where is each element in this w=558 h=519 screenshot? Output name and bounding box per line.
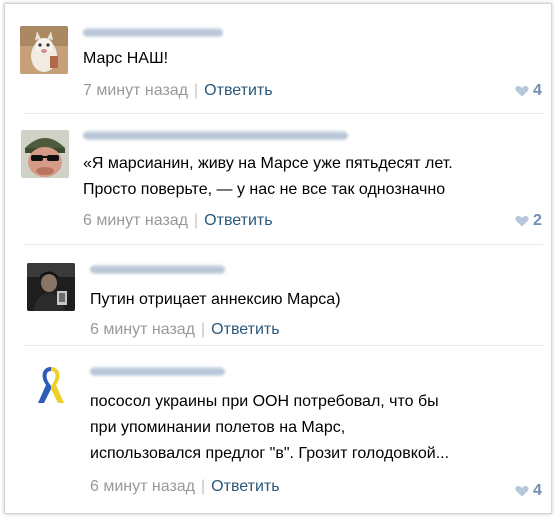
- comment-item: Марс НАШ! 7 минут назад | Ответить 4: [5, 4, 551, 114]
- comment-meta: 6 минут назад | Ответить: [90, 321, 280, 339]
- reply-link[interactable]: Ответить: [204, 82, 272, 99]
- comment-time[interactable]: 6 минут назад: [90, 321, 195, 338]
- author-name-blurred[interactable]: [90, 265, 225, 274]
- author-name-blurred[interactable]: [83, 131, 348, 140]
- comment-text: Просто поверьте, — у нас не все так одно…: [83, 181, 446, 198]
- author-name-blurred[interactable]: [83, 28, 223, 37]
- comment-item: «Я марсианин, живу на Марсе уже пятьдеся…: [5, 114, 551, 244]
- reply-link[interactable]: Ответить: [204, 212, 272, 229]
- comment-meta: 7 минут назад | Ответить: [83, 82, 273, 100]
- comment-time[interactable]: 6 минут назад: [90, 478, 195, 495]
- comment-text: Путин отрицает аннексию Марса): [90, 291, 341, 308]
- meta-separator: |: [201, 321, 206, 338]
- heart-icon: [515, 215, 529, 227]
- comment-item: Путин отрицает аннексию Марса) 6 минут н…: [5, 245, 551, 345]
- comment-item: пососол украины при ООН потребовал, что …: [5, 346, 551, 511]
- avatar-ribbon[interactable]: [27, 361, 75, 409]
- reply-link[interactable]: Ответить: [211, 478, 279, 495]
- like-button[interactable]: 4: [515, 482, 542, 500]
- like-count: 4: [533, 482, 542, 499]
- comment-text: Марс НАШ!: [83, 50, 169, 67]
- comment-text: использовался предлог "в". Грозит голодо…: [90, 445, 450, 462]
- comment-time[interactable]: 6 минут назад: [83, 212, 188, 229]
- avatar-man-sunglasses[interactable]: [21, 130, 69, 178]
- comment-text: «Я марсианин, живу на Марсе уже пятьдеся…: [83, 155, 453, 172]
- like-count: 2: [533, 212, 542, 229]
- comment-text: при упоминании полетов на Марс,: [90, 419, 346, 436]
- author-name-blurred[interactable]: [90, 367, 225, 376]
- meta-separator: |: [201, 478, 206, 495]
- comments-panel: Марс НАШ! 7 минут назад | Ответить 4 «Я ма…: [4, 3, 552, 514]
- like-button[interactable]: 2: [515, 212, 542, 230]
- heart-icon: [515, 485, 529, 497]
- comment-time[interactable]: 7 минут назад: [83, 82, 188, 99]
- heart-icon: [515, 85, 529, 97]
- comment-meta: 6 минут назад | Ответить: [83, 212, 273, 230]
- avatar-kitten[interactable]: [20, 26, 68, 74]
- avatar-dark-portrait[interactable]: [27, 263, 75, 311]
- comment-text: пососол украины при ООН потребовал, что …: [90, 393, 439, 410]
- reply-link[interactable]: Ответить: [211, 321, 279, 338]
- like-count: 4: [533, 82, 542, 99]
- meta-separator: |: [194, 212, 199, 229]
- meta-separator: |: [194, 82, 199, 99]
- like-button[interactable]: 4: [515, 82, 542, 100]
- comment-meta: 6 минут назад | Ответить: [90, 478, 280, 496]
